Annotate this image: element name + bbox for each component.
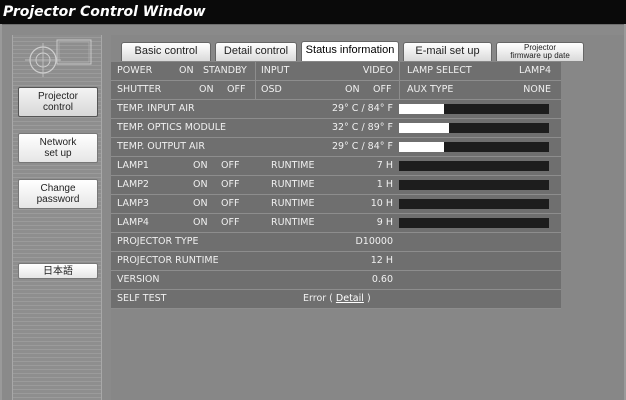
main-frame: Projector control Network set up Change … (2, 24, 624, 400)
sidebar-item-japanese[interactable]: 日本語 (18, 263, 98, 279)
tab-basic-control[interactable]: Basic control (121, 42, 211, 61)
projector-type-value: D10000 (355, 236, 393, 247)
divider (399, 62, 400, 81)
power-on-status: ON (179, 65, 194, 76)
sidebar-item-network-set-up[interactable]: Network set up (18, 133, 98, 163)
shutter-on-status: ON (199, 84, 214, 95)
temp-value: 29° C / 84° F (331, 103, 393, 114)
lamp-on-status: ON (193, 217, 208, 228)
lamp-select-value: LAMP4 (519, 65, 551, 76)
lamp-on-status: ON (193, 198, 208, 209)
version-row: VERSION 0.60 (111, 271, 561, 290)
temp-value: 29° C / 84° F (331, 141, 393, 152)
lamp-runtime: 1 H (376, 179, 393, 190)
aux-type-value: NONE (523, 84, 551, 95)
power-label: POWER (117, 65, 153, 76)
projector-logo-icon (21, 38, 95, 78)
divider (399, 81, 400, 100)
projector-type-label: PROJECTOR TYPE (117, 236, 199, 247)
projector-type-row: PROJECTOR TYPE D10000 (111, 233, 561, 252)
tab-email-set-up[interactable]: E-mail set up (403, 42, 492, 61)
version-value: 0.60 (371, 274, 393, 285)
self-test-closing: ) (366, 293, 371, 304)
version-label: VERSION (117, 274, 160, 285)
temperature-bar (399, 142, 549, 152)
temp-row-output-air: TEMP. OUTPUT AIR 29° C / 84° F (111, 138, 561, 157)
projector-runtime-value: 12 H (370, 255, 393, 266)
self-test-detail-link[interactable]: Detail (336, 293, 364, 304)
tab-bar: Basic control Detail control Status info… (111, 35, 624, 62)
temperature-bar-fill (399, 142, 444, 152)
lamp-label: LAMP2 (117, 179, 149, 190)
lamp-off-status: OFF (221, 179, 240, 190)
status-table: POWER ON STANDBY INPUT VIDEO LAMP SELECT… (111, 62, 561, 309)
runtime-label: RUNTIME (271, 198, 315, 209)
temp-label: TEMP. OUTPUT AIR (117, 141, 205, 152)
lamp-runtime: 7 H (376, 160, 393, 171)
lamp-runtime: 9 H (376, 217, 393, 228)
temperature-bar (399, 123, 549, 133)
lamp-off-status: OFF (221, 198, 240, 209)
projector-runtime-row: PROJECTOR RUNTIME 12 H (111, 252, 561, 271)
lamp-label: LAMP1 (117, 160, 149, 171)
tab-detail-control[interactable]: Detail control (215, 42, 297, 61)
aux-type-label: AUX TYPE (407, 84, 454, 95)
temp-value: 32° C / 89° F (331, 122, 393, 133)
temperature-bar (399, 104, 549, 114)
lamp-runtime: 10 H (370, 198, 393, 209)
status-row-power: POWER ON STANDBY INPUT VIDEO LAMP SELECT… (111, 62, 561, 81)
lamp-label: LAMP3 (117, 198, 149, 209)
lamp-row-3: LAMP3 ON OFF RUNTIME 10 H (111, 195, 561, 214)
osd-label: OSD (261, 84, 282, 95)
lamp-runtime-bar (399, 161, 549, 171)
self-test-result: Error ( Detail ) (303, 290, 371, 308)
osd-on-status: ON (345, 84, 360, 95)
input-value: VIDEO (362, 65, 393, 76)
lamp-off-status: OFF (221, 160, 240, 171)
shutter-label: SHUTTER (117, 84, 162, 95)
temp-label: TEMP. INPUT AIR (117, 103, 195, 114)
window-title: Projector Control Window (0, 0, 626, 24)
power-standby-status: STANDBY (203, 65, 247, 76)
divider (255, 62, 256, 81)
status-row-shutter: SHUTTER ON OFF OSD ON OFF AUX TYPE NONE (111, 81, 561, 100)
lamp-runtime-bar (399, 218, 549, 228)
tab-projector-firmware-update[interactable]: Projector firmware up date (496, 42, 584, 61)
projector-runtime-label: PROJECTOR RUNTIME (117, 255, 219, 266)
self-test-label: SELF TEST (117, 293, 167, 304)
sidebar-item-change-password[interactable]: Change password (18, 179, 98, 209)
osd-off-status: OFF (373, 84, 392, 95)
sidebar-item-projector-control[interactable]: Projector control (18, 87, 98, 117)
temp-row-optics-module: TEMP. OPTICS MODULE 32° C / 89° F (111, 119, 561, 138)
input-label: INPUT (261, 65, 290, 76)
lamp-runtime-bar (399, 180, 549, 190)
lamp-off-status: OFF (221, 217, 240, 228)
temperature-bar-fill (399, 123, 449, 133)
runtime-label: RUNTIME (271, 179, 315, 190)
lamp-select-label: LAMP SELECT (407, 65, 472, 76)
sidebar: Projector control Network set up Change … (12, 35, 102, 400)
self-test-status: Error ( (303, 293, 333, 304)
tab-status-information[interactable]: Status information (301, 41, 399, 61)
lamp-runtime-bar (399, 199, 549, 209)
divider (255, 81, 256, 100)
temp-row-input-air: TEMP. INPUT AIR 29° C / 84° F (111, 100, 561, 119)
content-area: Basic control Detail control Status info… (111, 35, 624, 400)
lamp-row-1: LAMP1 ON OFF RUNTIME 7 H (111, 157, 561, 176)
self-test-row: SELF TEST Error ( Detail ) (111, 290, 561, 309)
runtime-label: RUNTIME (271, 217, 315, 228)
lamp-label: LAMP4 (117, 217, 149, 228)
lamp-row-2: LAMP2 ON OFF RUNTIME 1 H (111, 176, 561, 195)
lamp-row-4: LAMP4 ON OFF RUNTIME 9 H (111, 214, 561, 233)
shutter-off-status: OFF (227, 84, 246, 95)
lamp-on-status: ON (193, 160, 208, 171)
temp-label: TEMP. OPTICS MODULE (117, 122, 227, 133)
runtime-label: RUNTIME (271, 160, 315, 171)
lamp-on-status: ON (193, 179, 208, 190)
temperature-bar-fill (399, 104, 444, 114)
